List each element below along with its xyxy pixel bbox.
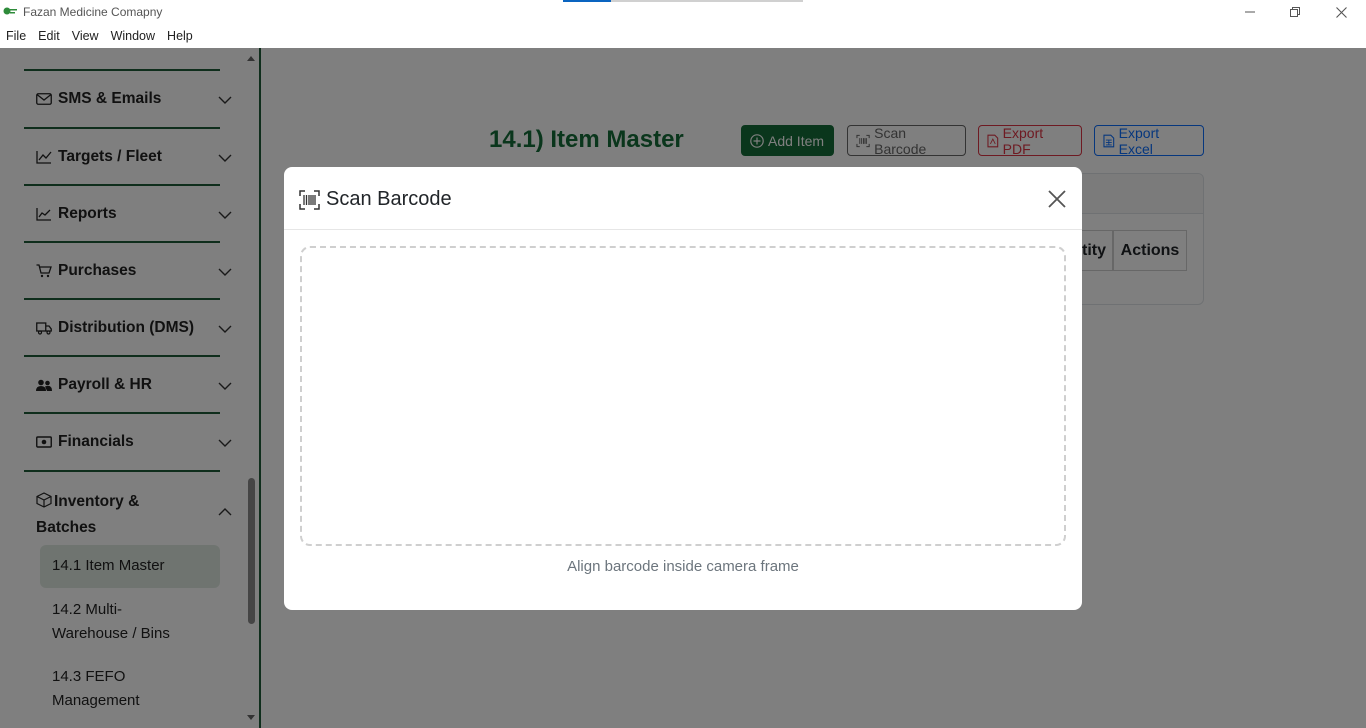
minimize-icon: [1245, 11, 1255, 13]
menu-file[interactable]: File: [6, 29, 26, 43]
barcode-scan-icon: [299, 189, 321, 210]
modal-title: Scan Barcode: [326, 188, 452, 210]
scan-barcode-modal: Scan Barcode Align barcode inside camera…: [284, 167, 1082, 610]
camera-frame: [300, 246, 1066, 546]
modal-title-row: Scan Barcode: [299, 188, 452, 211]
close-window-button[interactable]: [1318, 0, 1364, 24]
minimize-button[interactable]: [1227, 0, 1273, 24]
window-titlebar: Fazan Medicine Comapny: [0, 0, 1366, 24]
menu-window[interactable]: Window: [111, 29, 155, 43]
menu-help[interactable]: Help: [167, 29, 193, 43]
window-title: Fazan Medicine Comapny: [23, 5, 163, 19]
menu-bar: File Edit View Window Help: [0, 24, 1366, 48]
scan-hint: Align barcode inside camera frame: [567, 558, 799, 575]
restore-button[interactable]: [1272, 0, 1318, 24]
menu-edit[interactable]: Edit: [38, 29, 60, 43]
close-modal-icon[interactable]: [1047, 189, 1067, 209]
menu-view[interactable]: View: [72, 29, 99, 43]
modal-header: Scan Barcode: [284, 167, 1082, 230]
restore-icon: [1290, 7, 1300, 17]
loading-progress: [563, 0, 803, 2]
app-logo-icon: [3, 7, 17, 15]
close-icon: [1335, 6, 1347, 18]
